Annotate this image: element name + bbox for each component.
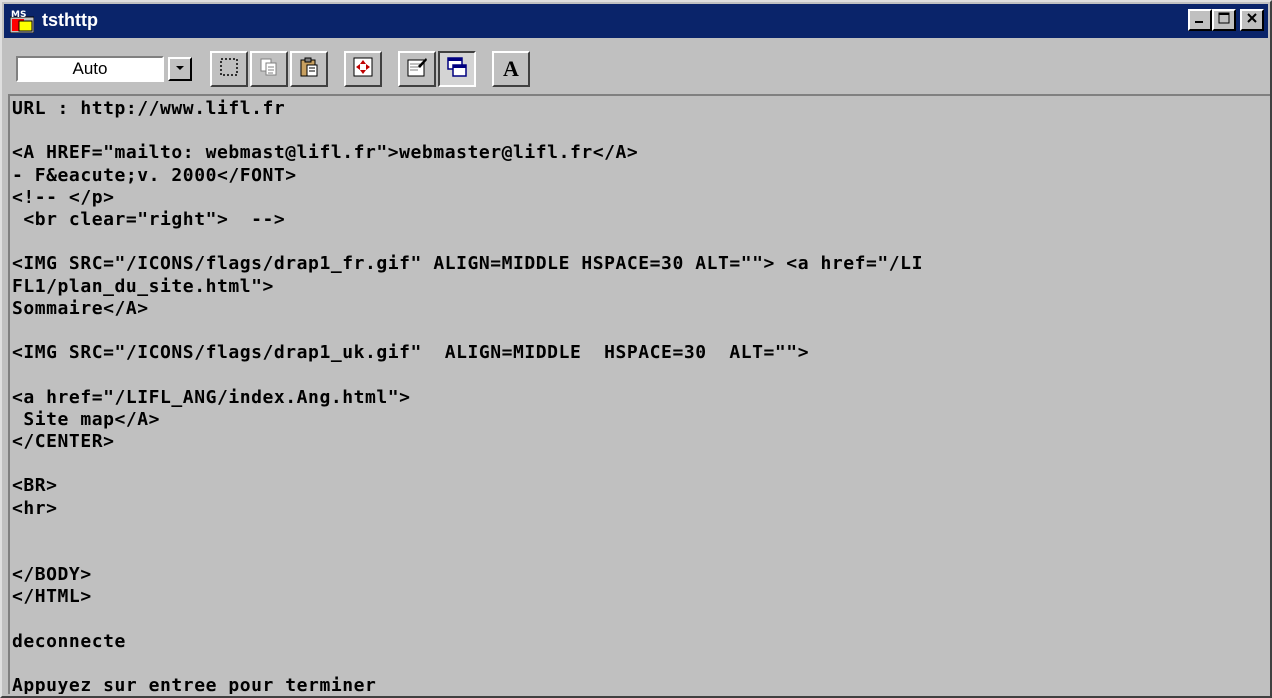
paste-button[interactable]	[290, 51, 328, 87]
title-bar[interactable]: MS tsthttp	[4, 4, 1268, 38]
window-title: tsthttp	[42, 10, 98, 30]
console-window: MS tsthttp Auto A URL: http://www.lifl.…	[0, 0, 1272, 698]
font-button[interactable]: A	[492, 51, 530, 87]
font-size-dropdown-button[interactable]	[168, 57, 192, 81]
console-line: <IMG SRC="/ICONS/flags/drap1_uk.gif" ALI…	[12, 342, 810, 364]
console-line: <hr>	[12, 497, 58, 519]
font-size-value[interactable]: Auto	[16, 56, 164, 82]
fullscreen-icon	[352, 56, 374, 83]
copy-button[interactable]	[250, 51, 288, 87]
properties-icon	[406, 56, 428, 83]
minimize-button[interactable]	[1188, 9, 1212, 31]
console-line: - F&eacute;v. 2000</FONT>	[12, 164, 297, 186]
console-line: deconnecte	[12, 630, 126, 652]
background-icon	[446, 56, 468, 83]
svg-text:MS: MS	[11, 10, 26, 20]
console-line: </HTML>	[12, 586, 92, 608]
console-line: <A HREF="mailto: webmast@lifl.fr">webmas…	[12, 142, 639, 164]
chevron-down-icon	[174, 60, 186, 78]
background-button[interactable]	[438, 51, 476, 87]
console-line: Appuyez sur entree pour terminer	[12, 675, 377, 694]
console-line: </CENTER>	[12, 431, 115, 452]
console-output[interactable]: URL : http://www.lifl.fr <A HREF="mailto:…	[8, 94, 1270, 694]
console-line: <a href="/LIFL_ANG/index.Ang.html">	[12, 386, 411, 408]
font-size-select[interactable]: Auto	[16, 56, 192, 82]
mark-icon	[218, 56, 240, 83]
properties-button[interactable]	[398, 51, 436, 87]
close-icon	[1245, 11, 1259, 30]
paste-icon	[298, 56, 320, 83]
console-line: Site map</A>	[12, 408, 161, 430]
maximize-button[interactable]	[1212, 9, 1236, 31]
console-line: <!-- </p>	[12, 186, 115, 208]
fullscreen-button[interactable]	[344, 51, 382, 87]
toolbar: Auto A	[4, 40, 1268, 90]
console-line: FL1/plan_du_site.html">	[12, 275, 274, 297]
console-line: <br clear="right"> -->	[12, 209, 286, 230]
close-button[interactable]	[1240, 9, 1264, 31]
console-line: Sommaire</A>	[12, 297, 149, 319]
font-icon: A	[503, 56, 519, 81]
copy-icon	[258, 56, 280, 83]
console-line: URL : http://www.lifl.fr	[12, 98, 286, 119]
console-line: <IMG SRC="/ICONS/flags/drap1_fr.gif" ALI…	[12, 253, 923, 275]
mark-button[interactable]	[210, 51, 248, 87]
minimize-icon	[1193, 11, 1207, 30]
console-line: </BODY>	[12, 564, 92, 586]
maximize-icon	[1217, 11, 1231, 30]
console-line: <BR>	[12, 475, 58, 497]
ms-dos-app-icon[interactable]: MS	[9, 9, 35, 34]
